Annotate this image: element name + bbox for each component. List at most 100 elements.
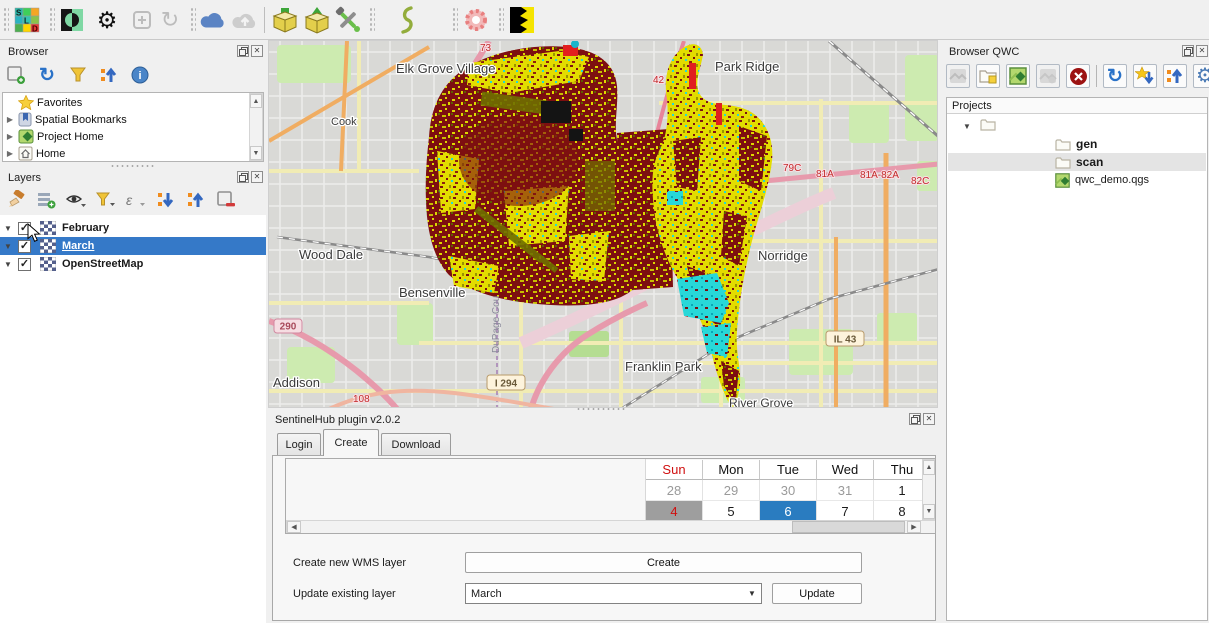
settings-icon[interactable]: ⚙ xyxy=(1193,64,1209,88)
update-button[interactable]: Update xyxy=(772,583,862,604)
scroll-down-icon[interactable]: ▼ xyxy=(923,504,935,519)
calendar-day-cell[interactable]: 29 xyxy=(703,480,760,501)
expander-down-icon[interactable]: ▼ xyxy=(962,122,972,131)
filter-expression-icon[interactable]: ε xyxy=(124,188,148,212)
style-brush-icon[interactable] xyxy=(4,188,28,212)
calendar-vscrollbar[interactable]: ▲ ▼ xyxy=(922,459,936,520)
qwc-item-qwc_demo-qgs[interactable]: qwc_demo.qgs xyxy=(948,171,1206,189)
folder-icon xyxy=(980,118,996,134)
map-canvas[interactable]: Elk Grove VillagePark RidgeCookWood Dale… xyxy=(268,40,938,408)
hscroll-thumb[interactable] xyxy=(792,521,905,533)
manage-visibility-icon[interactable] xyxy=(64,188,88,212)
qgs-project-icon xyxy=(1055,173,1070,188)
scroll-down-icon[interactable]: ▼ xyxy=(250,146,262,160)
scroll-up-icon[interactable]: ▲ xyxy=(923,460,935,475)
tab-login[interactable]: Login xyxy=(277,433,321,456)
calendar-day-cell[interactable]: 7 xyxy=(817,501,874,520)
toolbar-drag-handle[interactable] xyxy=(452,7,458,33)
qwc-icon[interactable] xyxy=(508,6,536,34)
browser-item-spatial-bookmarks[interactable]: ▶Spatial Bookmarks xyxy=(5,111,249,128)
svg-text:I 294: I 294 xyxy=(495,379,518,390)
new-folder-icon[interactable] xyxy=(976,64,1000,88)
map-route-label: 108 xyxy=(353,394,370,405)
settings-gear-icon[interactable]: ⚙ xyxy=(93,6,121,34)
toolbar-drag-handle[interactable] xyxy=(369,7,375,33)
add-group-icon[interactable] xyxy=(34,188,58,212)
layer-select[interactable]: March ▼ xyxy=(465,583,762,604)
expander-right-icon[interactable]: ▶ xyxy=(5,115,15,124)
browser-item-favorites[interactable]: Favorites xyxy=(5,94,249,111)
plugin-install-icon[interactable] xyxy=(271,6,299,34)
calendar-header-sun: Sun xyxy=(646,460,703,480)
qwc-close-button[interactable]: ✕ xyxy=(1196,45,1208,57)
open-project-icon[interactable] xyxy=(1006,64,1030,88)
plugin-upload-icon[interactable] xyxy=(303,6,331,34)
scroll-right-icon[interactable]: ▶ xyxy=(907,521,921,533)
expander-down-icon[interactable]: ▼ xyxy=(4,260,13,269)
map-route-label: 82C xyxy=(911,176,929,187)
toolbar-drag-handle[interactable] xyxy=(190,7,196,33)
expander-right-icon[interactable]: ▶ xyxy=(5,149,15,158)
cloud-icon[interactable] xyxy=(199,6,227,34)
layer-name: March xyxy=(62,240,94,252)
filter-browser-icon[interactable] xyxy=(66,63,90,87)
delete-icon[interactable] xyxy=(1066,64,1090,88)
properties-info-icon[interactable]: i xyxy=(128,63,152,87)
expander-down-icon[interactable]: ▼ xyxy=(4,224,13,233)
browser-float-button[interactable] xyxy=(237,45,249,57)
toolbar-drag-handle[interactable] xyxy=(3,7,9,33)
toolbar-drag-handle[interactable] xyxy=(49,7,55,33)
expander-down-icon[interactable]: ▼ xyxy=(4,242,13,251)
qwc-float-button[interactable] xyxy=(1182,45,1194,57)
folder-icon xyxy=(1055,138,1071,151)
calendar-widget[interactable]: SunMonTueWedThu28293031145678 ▲ ▼ ◀ ▶ xyxy=(285,458,936,534)
qwc-item-scan[interactable]: scan xyxy=(948,153,1206,171)
filter-legend-icon[interactable] xyxy=(94,188,118,212)
expander-right-icon[interactable]: ▶ xyxy=(5,132,15,141)
sentinelhub-icon[interactable] xyxy=(393,6,421,34)
calendar-day-cell[interactable]: 5 xyxy=(703,501,760,520)
layers-panel-title: Layers xyxy=(8,172,41,184)
calendar-day-cell[interactable]: 31 xyxy=(817,480,874,501)
collapse-all-icon[interactable] xyxy=(184,188,208,212)
scroll-left-icon[interactable]: ◀ xyxy=(287,521,301,533)
browser-close-button[interactable]: ✕ xyxy=(251,45,263,57)
browser-panel: Browser ✕ ↻i Favorites▶Spatial Bookmarks… xyxy=(0,41,266,167)
create-wms-label: Create new WMS layer xyxy=(293,557,406,569)
refresh-icon[interactable]: ↻ xyxy=(35,63,59,87)
calendar-day-cell[interactable]: 6 xyxy=(760,501,817,520)
layers-close-button[interactable]: ✕ xyxy=(251,171,263,183)
calendar-hscrollbar[interactable]: ◀ ▶ xyxy=(286,520,936,534)
qwc-root-row[interactable]: ▼ xyxy=(948,117,1206,135)
tab-create[interactable]: Create xyxy=(323,429,379,456)
qwc-item-gen[interactable]: gen xyxy=(948,135,1206,153)
calendar-day-cell[interactable]: 8 xyxy=(874,501,922,520)
calendar-day-cell[interactable]: 28 xyxy=(646,480,703,501)
sentinelhub-close-button[interactable]: ✕ xyxy=(923,413,935,425)
calendar-day-cell[interactable]: 30 xyxy=(760,480,817,501)
layer-checkbox[interactable]: ✓ xyxy=(18,258,31,271)
style-manager-icon[interactable]: SLD xyxy=(13,6,41,34)
collapse-tree-icon[interactable] xyxy=(1163,64,1187,88)
refresh-icon[interactable]: ↻ xyxy=(1103,64,1127,88)
expand-new-icon[interactable] xyxy=(1133,64,1157,88)
add-selected-layers-icon[interactable] xyxy=(4,63,28,87)
layer-compare-icon[interactable] xyxy=(58,6,86,34)
collapse-tree-icon[interactable] xyxy=(97,63,121,87)
browser-item-home[interactable]: ▶Home xyxy=(5,145,249,162)
calendar-day-cell[interactable]: 1 xyxy=(874,480,922,501)
plugin-tools-icon[interactable] xyxy=(334,6,362,34)
toolbar-drag-handle[interactable] xyxy=(498,7,504,33)
layers-float-button[interactable] xyxy=(237,171,249,183)
raster-donut-icon[interactable] xyxy=(462,6,490,34)
calendar-day-cell[interactable]: 4 xyxy=(646,501,703,520)
layer-row-openstreetmap[interactable]: ▼✓OpenStreetMap xyxy=(0,255,266,273)
sentinelhub-float-button[interactable] xyxy=(909,413,921,425)
browser-item-project-home[interactable]: ▶Project Home xyxy=(5,128,249,145)
create-button[interactable]: Create xyxy=(465,552,862,573)
browser-tree-scrollbar[interactable]: ▲ ▼ xyxy=(249,93,263,161)
tab-download[interactable]: Download xyxy=(381,433,451,456)
scroll-up-icon[interactable]: ▲ xyxy=(250,94,262,108)
expand-all-icon[interactable] xyxy=(154,188,178,212)
remove-layer-icon[interactable] xyxy=(214,188,238,212)
